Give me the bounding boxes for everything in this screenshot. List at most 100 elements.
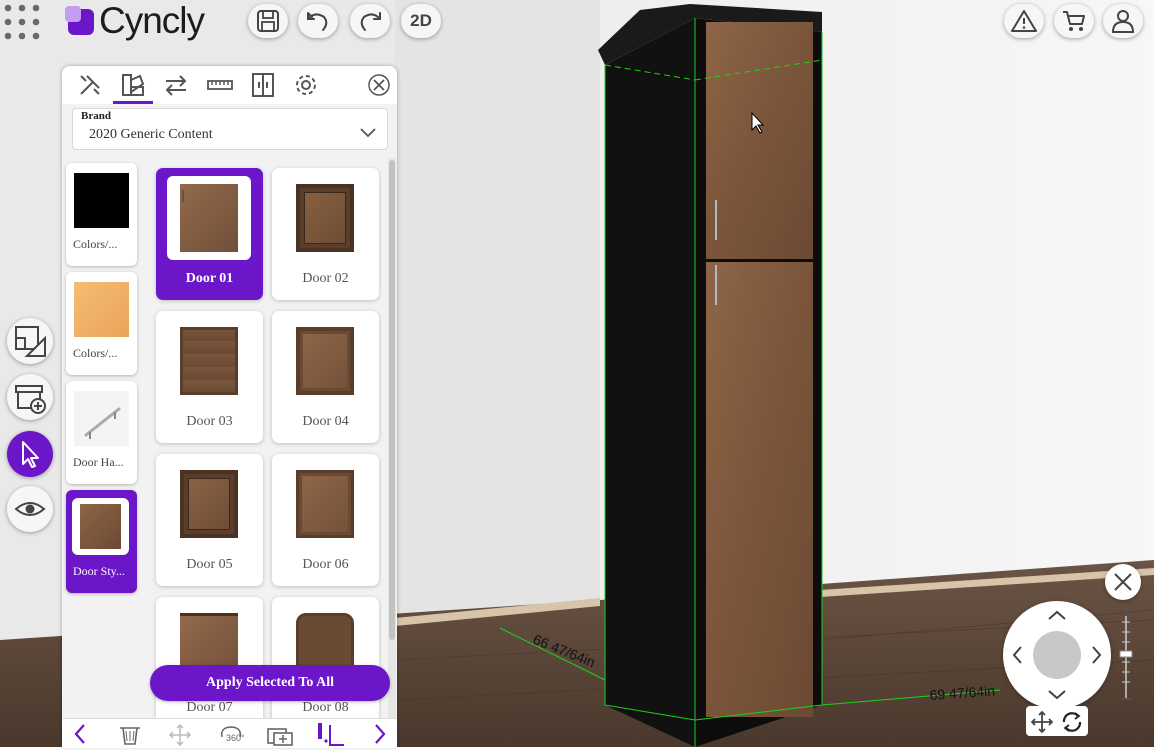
chevron-down-icon	[360, 128, 376, 138]
undo-icon	[307, 12, 328, 31]
door-label: Door 04	[302, 414, 349, 429]
swap-icon	[165, 75, 187, 96]
category-item[interactable]: Door Ha...	[66, 381, 137, 484]
door-label: Door 07	[186, 700, 233, 715]
door-card[interactable]: Door 05	[156, 454, 263, 586]
zoom-slider-handle[interactable]	[1119, 650, 1133, 658]
move-icon[interactable]	[168, 723, 192, 747]
door-card[interactable]: Door 06	[272, 454, 379, 586]
tools-icon	[80, 75, 100, 95]
catalog-panel: Brand 2020 Generic Content Colors/... Co…	[62, 66, 397, 747]
door-label: Door 06	[302, 557, 349, 572]
tab-measure[interactable]	[202, 70, 238, 100]
door-thumbnail	[167, 176, 251, 260]
floorplan-icon	[15, 326, 46, 357]
logo-text: Cyncly	[99, 0, 205, 41]
brand-select[interactable]: Brand 2020 Generic Content	[72, 108, 388, 150]
close-icon	[1114, 573, 1132, 591]
redo-button[interactable]	[350, 4, 390, 38]
next-arrow-icon[interactable]	[375, 724, 386, 744]
panel-tabs	[62, 66, 397, 104]
select-tool-button[interactable]	[7, 431, 53, 477]
visibility-tool-button[interactable]	[7, 486, 53, 532]
user-account-button[interactable]	[1103, 4, 1143, 38]
warnings-button[interactable]	[1004, 4, 1044, 38]
settings-icon	[296, 75, 316, 95]
tab-styles[interactable]	[113, 70, 153, 104]
select-pointer-icon	[22, 441, 39, 468]
floorplan-tool-button[interactable]	[7, 318, 53, 364]
add-cabinet-tool-button[interactable]	[7, 374, 53, 420]
door-style-swatch	[72, 498, 129, 555]
duplicate-icon[interactable]	[267, 728, 293, 746]
door-card[interactable]: Door 02	[272, 168, 379, 300]
pan-down-icon[interactable]	[1048, 690, 1066, 700]
category-label: Colors/...	[73, 237, 118, 251]
category-item[interactable]: Colors/...	[66, 163, 137, 266]
door-thumbnail	[167, 319, 251, 403]
pan-mode-icon[interactable]	[1030, 710, 1054, 734]
tab-swap[interactable]	[158, 70, 194, 100]
pan-right-icon[interactable]	[1092, 646, 1102, 664]
tab-cabinet[interactable]	[245, 70, 281, 100]
category-item[interactable]: Door Sty...	[66, 490, 137, 593]
door-label: Door 08	[302, 700, 349, 715]
view-2d-toggle[interactable]: 2D	[401, 4, 441, 38]
user-icon	[1111, 10, 1135, 33]
tab-tools[interactable]	[72, 70, 108, 100]
brand-value: 2020 Generic Content	[89, 127, 213, 142]
orbit-mode-icon[interactable]	[1062, 712, 1082, 732]
cart-icon	[1063, 11, 1085, 31]
logo-mark-icon	[65, 6, 94, 35]
warning-icon	[1011, 10, 1037, 32]
panel-bottom-toolbar: 360°	[62, 718, 397, 748]
door-label: Door 05	[186, 557, 233, 572]
undo-button[interactable]	[298, 4, 338, 38]
door-handle-swatch	[74, 391, 129, 446]
trash-icon[interactable]	[120, 727, 140, 745]
door-label: Door 01	[185, 271, 234, 286]
apply-selected-to-all-button[interactable]: Apply Selected To All	[150, 665, 390, 701]
brand-label: Brand	[81, 110, 111, 122]
door-card[interactable]: Door 04	[272, 311, 379, 443]
door-card[interactable]: Door 03	[156, 311, 263, 443]
close-panel-button[interactable]	[364, 70, 394, 100]
category-label: Door Ha...	[73, 455, 124, 469]
door-card[interactable]: Door 08	[272, 597, 379, 729]
visibility-eye-icon	[14, 502, 46, 516]
add-cabinet-icon	[15, 385, 46, 414]
tab-settings[interactable]	[288, 70, 324, 100]
zoom-slider[interactable]	[1118, 602, 1134, 702]
cabinet-icon	[252, 73, 274, 97]
save-button[interactable]	[248, 4, 288, 38]
save-icon	[257, 10, 279, 32]
door-thumbnail	[283, 176, 367, 260]
panel-scrollbar[interactable]	[388, 158, 396, 718]
category-label: Colors/...	[73, 346, 118, 360]
joystick-knob[interactable]	[1033, 631, 1081, 679]
nav-mode-toggle[interactable]	[1026, 706, 1088, 736]
category-label: Door Sty...	[73, 564, 125, 578]
app-menu-grid-icon[interactable]	[0, 0, 44, 44]
styles-icon	[122, 74, 145, 96]
color-swatch	[74, 282, 129, 337]
view-2d-label: 2D	[410, 11, 432, 30]
app-logo: Cyncly	[64, 0, 205, 41]
prev-arrow-icon[interactable]	[74, 724, 85, 744]
color-swatch	[74, 173, 129, 228]
category-item[interactable]: Colors/...	[66, 272, 137, 375]
align-icon[interactable]	[318, 723, 344, 746]
door-handle-icon	[84, 407, 121, 439]
pan-up-icon[interactable]	[1048, 610, 1066, 620]
door-card[interactable]: Door 01	[156, 168, 263, 300]
navigation-joystick[interactable]	[1003, 601, 1111, 709]
door-thumbnail	[167, 462, 251, 546]
zoom-in-icon[interactable]	[1121, 604, 1131, 614]
door-label: Door 02	[302, 271, 349, 286]
cart-button[interactable]	[1054, 4, 1094, 38]
svg-text:360°: 360°	[226, 733, 245, 743]
door-card[interactable]: Door 07	[156, 597, 263, 729]
close-nav-button[interactable]	[1105, 564, 1141, 600]
rotate-360-icon[interactable]: 360°	[220, 726, 245, 743]
pan-left-icon[interactable]	[1012, 646, 1022, 664]
